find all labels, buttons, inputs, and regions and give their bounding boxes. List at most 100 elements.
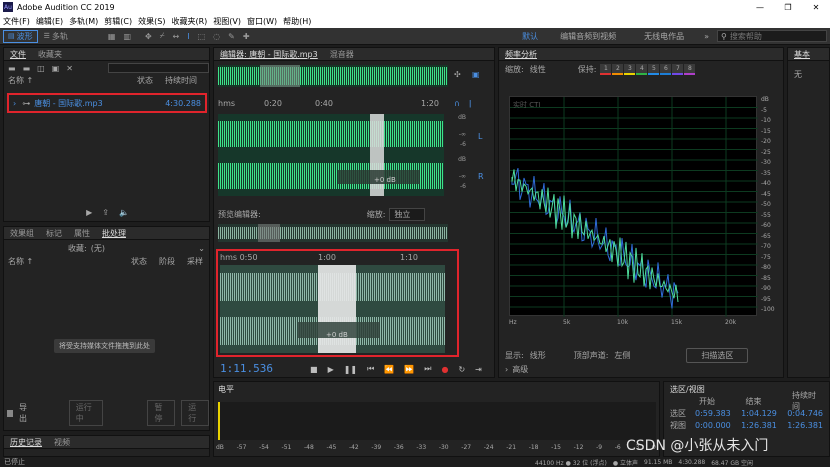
menu-file[interactable]: 文件(F) — [0, 16, 33, 27]
razor-tool-icon[interactable]: ⌿ — [160, 31, 165, 41]
tab-batch[interactable]: 批处理 — [96, 228, 132, 239]
tab-effects-rack[interactable]: 效果组 — [4, 228, 40, 239]
zoom-select[interactable]: 独立 — [389, 208, 426, 221]
preview-hud-gain[interactable]: +0 dB — [326, 331, 348, 339]
preview-overview[interactable] — [218, 224, 448, 242]
go-to-start-icon[interactable]: ⏮ — [367, 364, 374, 374]
workspace-radio[interactable]: 无线电作品 — [644, 31, 684, 42]
tab-video[interactable]: 视频 — [48, 437, 76, 448]
menu-edit[interactable]: 编辑(E) — [33, 16, 66, 27]
workspace-edit-video[interactable]: 编辑音频到视频 — [560, 31, 616, 42]
time-selection-tool-icon[interactable]: I — [187, 32, 189, 41]
hold-button-1[interactable]: 1 — [600, 63, 612, 75]
insert-icon[interactable]: ⇪ — [102, 208, 109, 217]
lasso-tool-icon[interactable]: ◌ — [213, 32, 220, 41]
top-ruler[interactable]: hms 0:20 0:40 1:20 — [218, 99, 448, 111]
panel-layout-icon[interactable]: ▣ — [472, 70, 480, 79]
spectral-display-icon[interactable]: ▦ — [108, 32, 116, 41]
batch-col-stage[interactable]: 阶段 — [159, 256, 187, 267]
maximize-button[interactable]: ❐ — [774, 3, 802, 12]
workspace-default[interactable]: 默认 — [522, 31, 538, 42]
export-checkbox[interactable] — [7, 409, 14, 417]
pitch-display-icon[interactable]: ▥ — [123, 32, 131, 41]
stop-icon[interactable]: ■ — [310, 365, 318, 374]
tab-properties[interactable]: 属性 — [68, 228, 96, 239]
selection-start[interactable]: 0:59.383 — [695, 409, 741, 418]
menu-window[interactable]: 窗口(W) — [244, 16, 280, 27]
play-icon[interactable]: ▶ — [328, 365, 334, 374]
hold-button-3[interactable]: 3 — [624, 63, 636, 75]
play-preview-icon[interactable]: ▶ — [86, 208, 92, 217]
bottom-ruler[interactable]: hms 0:50 1:00 1:10 — [220, 253, 445, 263]
file-name[interactable]: 唐朝 - 国际歌.mp3 — [34, 98, 165, 109]
loop-icon[interactable]: ↻ — [458, 365, 465, 374]
hud-gain[interactable]: +0 dB — [374, 176, 396, 184]
fast-forward-icon[interactable]: ⏩ — [404, 365, 414, 374]
expand-chevron-icon[interactable]: › — [13, 99, 16, 108]
chevron-down-icon[interactable]: ⌄ — [198, 244, 205, 253]
waveform-mode-button[interactable]: ▤ 波形 — [3, 29, 38, 43]
brush-tool-icon[interactable]: ✎ — [228, 32, 235, 41]
rewind-icon[interactable]: ⏪ — [384, 365, 394, 374]
batch-col-sample[interactable]: 采样 — [187, 256, 205, 267]
menu-clip[interactable]: 剪辑(C) — [101, 16, 135, 27]
skip-selection-icon[interactable]: ⇥ — [475, 365, 482, 374]
snap-icon[interactable]: ∩ — [454, 99, 460, 108]
minimize-button[interactable]: — — [746, 3, 774, 12]
tab-favorites[interactable]: 收藏夹 — [32, 49, 68, 60]
advanced-toggle[interactable]: › 高级 — [505, 364, 528, 375]
hold-button-4[interactable]: 4 — [636, 63, 648, 75]
menu-multitrack[interactable]: 多轨(M) — [66, 16, 101, 27]
move-tool-icon[interactable]: ✥ — [145, 32, 152, 41]
preview-waveform[interactable] — [220, 265, 445, 353]
batch-run-progress-button[interactable]: 运行中 — [68, 400, 104, 426]
view-end[interactable]: 1:26.381 — [741, 421, 787, 430]
tab-mixer[interactable]: 混音器 — [324, 49, 360, 60]
tab-frequency-analysis[interactable]: 频率分析 — [499, 49, 543, 60]
menu-effects[interactable]: 效果(S) — [135, 16, 168, 27]
volume-icon[interactable]: 🔈 — [119, 208, 129, 217]
workspace-menu-icon[interactable]: » — [704, 32, 709, 41]
go-to-end-icon[interactable]: ⏭ — [424, 364, 431, 374]
col-status[interactable]: 状态 — [137, 75, 165, 86]
hold-button-6[interactable]: 6 — [660, 63, 672, 75]
pause-icon[interactable]: ❚❚ — [344, 365, 357, 374]
batch-col-name[interactable]: 名称 ↑ — [8, 256, 131, 267]
slip-tool-icon[interactable]: ↔ — [173, 32, 180, 41]
save-icon[interactable]: ▣ — [52, 64, 60, 73]
folder-icon[interactable]: ▬ — [8, 64, 16, 73]
marker-pin-icon[interactable]: ǀ — [469, 99, 471, 108]
tab-files[interactable]: 文件 — [4, 49, 32, 60]
tab-basic[interactable]: 基本 — [788, 49, 816, 60]
scan-selection-button[interactable]: 扫描选区 — [686, 348, 749, 363]
menu-view[interactable]: 视图(V) — [210, 16, 244, 27]
marquee-tool-icon[interactable]: ⬚ — [198, 32, 206, 41]
hold-button-2[interactable]: 2 — [612, 63, 624, 75]
favorites-select[interactable]: (无) — [91, 243, 199, 254]
overview-waveform[interactable] — [218, 65, 448, 87]
selection-end[interactable]: 1:04.129 — [741, 409, 787, 418]
spot-healing-tool-icon[interactable]: ✚ — [243, 32, 250, 41]
menu-favorites[interactable]: 收藏夹(R) — [168, 16, 210, 27]
zoom-navigator-icon[interactable]: ✣ — [454, 70, 461, 79]
main-waveform[interactable] — [218, 114, 444, 196]
multitrack-mode-button[interactable]: ☰ 多轨 — [44, 31, 68, 42]
channel-right-button[interactable]: R — [478, 172, 484, 181]
scale-select[interactable]: 线性 — [528, 64, 566, 75]
tab-history[interactable]: 历史记录 — [4, 437, 48, 448]
search-field[interactable]: ⚲ 搜索帮助 — [717, 30, 827, 42]
col-duration[interactable]: 持续时间 — [165, 75, 205, 86]
menu-help[interactable]: 帮助(H) — [280, 16, 314, 27]
selection-duration[interactable]: 0:04.746 — [787, 409, 823, 418]
tab-markers[interactable]: 标记 — [40, 228, 68, 239]
record-icon[interactable]: ● — [441, 365, 448, 374]
close-button[interactable]: ✕ — [802, 3, 830, 12]
col-name[interactable]: 名称 ↑ — [8, 75, 137, 86]
view-duration[interactable]: 1:26.381 — [787, 421, 823, 430]
batch-col-status[interactable]: 状态 — [131, 256, 159, 267]
open-file-icon[interactable]: ▬ — [23, 64, 31, 73]
hold-button-7[interactable]: 7 — [672, 63, 684, 75]
search-input[interactable]: 搜索帮助 — [730, 31, 762, 42]
view-start[interactable]: 0:00.000 — [695, 421, 741, 430]
search-files-field[interactable] — [107, 63, 209, 73]
